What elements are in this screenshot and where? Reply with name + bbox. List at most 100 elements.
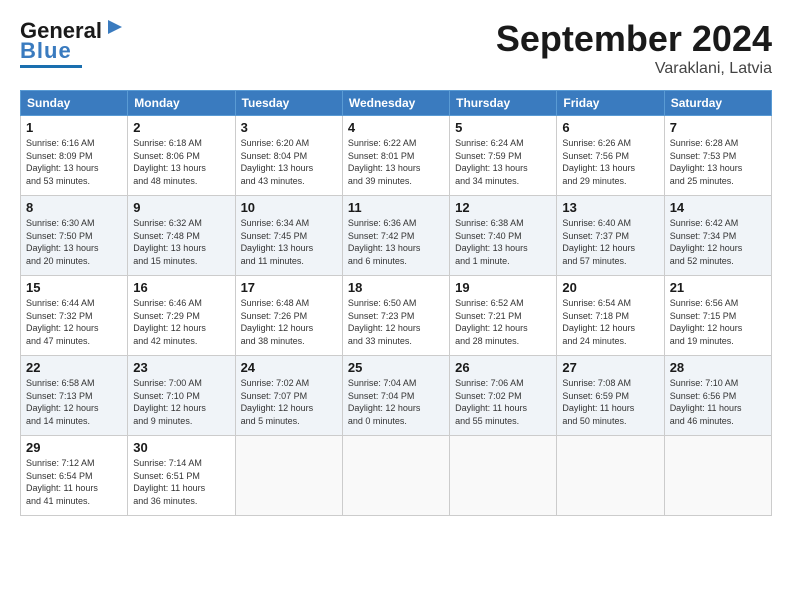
table-row: 24 Sunrise: 7:02 AM Sunset: 7:07 PM Dayli… <box>235 356 342 436</box>
day-number: 16 <box>133 280 229 295</box>
calendar-week-row: 8 Sunrise: 6:30 AM Sunset: 7:50 PM Daylig… <box>21 196 772 276</box>
table-row: 12Sunrise: 6:38 AM Sunset: 7:40 PM Dayli… <box>450 196 557 276</box>
day-info: Sunrise: 6:20 AM Sunset: 8:04 PM Dayligh… <box>241 137 337 187</box>
day-number: 22 <box>26 360 122 375</box>
table-row: 23 Sunrise: 7:00 AM Sunset: 7:10 PM Dayli… <box>128 356 235 436</box>
day-number: 10 <box>241 200 337 215</box>
calendar-title: September 2024 <box>496 18 772 60</box>
day-info: Sunrise: 6:46 AM Sunset: 7:29 PM Dayligh… <box>133 297 229 347</box>
col-friday: Friday <box>557 91 664 116</box>
table-row <box>235 436 342 516</box>
day-number: 28 <box>670 360 766 375</box>
logo-arrow-icon <box>104 16 126 38</box>
table-row: 29 Sunrise: 7:12 AM Sunset: 6:54 PM Dayli… <box>21 436 128 516</box>
day-number: 2 <box>133 120 229 135</box>
day-info: Sunrise: 6:24 AM Sunset: 7:59 PM Dayligh… <box>455 137 551 187</box>
main-container: General Blue September 2024 Varaklani, L… <box>0 0 792 526</box>
day-info: Sunrise: 6:26 AM Sunset: 7:56 PM Dayligh… <box>562 137 658 187</box>
day-info: Sunrise: 7:06 AM Sunset: 7:02 PM Dayligh… <box>455 377 551 427</box>
day-number: 3 <box>241 120 337 135</box>
calendar-subtitle: Varaklani, Latvia <box>496 60 772 78</box>
day-number: 30 <box>133 440 229 455</box>
day-info: Sunrise: 6:36 AM Sunset: 7:42 PM Dayligh… <box>348 217 444 267</box>
day-info: Sunrise: 6:54 AM Sunset: 7:18 PM Dayligh… <box>562 297 658 347</box>
day-number: 19 <box>455 280 551 295</box>
day-number: 9 <box>133 200 229 215</box>
table-row: 1Sunrise: 6:16 AM Sunset: 8:09 PM Daylig… <box>21 116 128 196</box>
day-number: 12 <box>455 200 551 215</box>
day-number: 7 <box>670 120 766 135</box>
day-info: Sunrise: 6:18 AM Sunset: 8:06 PM Dayligh… <box>133 137 229 187</box>
day-number: 4 <box>348 120 444 135</box>
calendar-week-row: 29 Sunrise: 7:12 AM Sunset: 6:54 PM Dayli… <box>21 436 772 516</box>
calendar-week-row: 1Sunrise: 6:16 AM Sunset: 8:09 PM Daylig… <box>21 116 772 196</box>
calendar-header-row: Sunday Monday Tuesday Wednesday Thursday… <box>21 91 772 116</box>
day-info: Sunrise: 7:08 AM Sunset: 6:59 PM Dayligh… <box>562 377 658 427</box>
table-row: 3 Sunrise: 6:20 AM Sunset: 8:04 PM Daylig… <box>235 116 342 196</box>
table-row: 8 Sunrise: 6:30 AM Sunset: 7:50 PM Daylig… <box>21 196 128 276</box>
table-row: 7 Sunrise: 6:28 AM Sunset: 7:53 PM Daylig… <box>664 116 771 196</box>
day-info: Sunrise: 6:28 AM Sunset: 7:53 PM Dayligh… <box>670 137 766 187</box>
day-info: Sunrise: 6:34 AM Sunset: 7:45 PM Dayligh… <box>241 217 337 267</box>
table-row: 22 Sunrise: 6:58 AM Sunset: 7:13 PM Dayli… <box>21 356 128 436</box>
col-tuesday: Tuesday <box>235 91 342 116</box>
day-info: Sunrise: 6:56 AM Sunset: 7:15 PM Dayligh… <box>670 297 766 347</box>
table-row <box>664 436 771 516</box>
table-row: 30 Sunrise: 7:14 AM Sunset: 6:51 PM Dayli… <box>128 436 235 516</box>
day-number: 24 <box>241 360 337 375</box>
day-info: Sunrise: 6:48 AM Sunset: 7:26 PM Dayligh… <box>241 297 337 347</box>
day-number: 6 <box>562 120 658 135</box>
table-row <box>557 436 664 516</box>
table-row: 13 Sunrise: 6:40 AM Sunset: 7:37 PM Dayli… <box>557 196 664 276</box>
day-info: Sunrise: 7:00 AM Sunset: 7:10 PM Dayligh… <box>133 377 229 427</box>
table-row: 28Sunrise: 7:10 AM Sunset: 6:56 PM Dayli… <box>664 356 771 436</box>
day-number: 1 <box>26 120 122 135</box>
day-info: Sunrise: 6:58 AM Sunset: 7:13 PM Dayligh… <box>26 377 122 427</box>
table-row: 18Sunrise: 6:50 AM Sunset: 7:23 PM Dayli… <box>342 276 449 356</box>
day-number: 23 <box>133 360 229 375</box>
day-info: Sunrise: 6:42 AM Sunset: 7:34 PM Dayligh… <box>670 217 766 267</box>
calendar-week-row: 15 Sunrise: 6:44 AM Sunset: 7:32 PM Dayli… <box>21 276 772 356</box>
day-info: Sunrise: 6:50 AM Sunset: 7:23 PM Dayligh… <box>348 297 444 347</box>
day-number: 5 <box>455 120 551 135</box>
table-row: 21 Sunrise: 6:56 AM Sunset: 7:15 PM Dayli… <box>664 276 771 356</box>
day-number: 29 <box>26 440 122 455</box>
day-number: 20 <box>562 280 658 295</box>
table-row: 4 Sunrise: 6:22 AM Sunset: 8:01 PM Daylig… <box>342 116 449 196</box>
col-wednesday: Wednesday <box>342 91 449 116</box>
day-info: Sunrise: 7:14 AM Sunset: 6:51 PM Dayligh… <box>133 457 229 507</box>
table-row: 2 Sunrise: 6:18 AM Sunset: 8:06 PM Daylig… <box>128 116 235 196</box>
day-info: Sunrise: 6:40 AM Sunset: 7:37 PM Dayligh… <box>562 217 658 267</box>
logo-blue: Blue <box>20 38 72 64</box>
day-number: 15 <box>26 280 122 295</box>
day-number: 17 <box>241 280 337 295</box>
table-row <box>342 436 449 516</box>
table-row: 15 Sunrise: 6:44 AM Sunset: 7:32 PM Dayli… <box>21 276 128 356</box>
day-info: Sunrise: 6:30 AM Sunset: 7:50 PM Dayligh… <box>26 217 122 267</box>
day-number: 13 <box>562 200 658 215</box>
table-row: 14 Sunrise: 6:42 AM Sunset: 7:34 PM Dayli… <box>664 196 771 276</box>
calendar-week-row: 22 Sunrise: 6:58 AM Sunset: 7:13 PM Dayli… <box>21 356 772 436</box>
table-row: 10 Sunrise: 6:34 AM Sunset: 7:45 PM Dayli… <box>235 196 342 276</box>
day-info: Sunrise: 7:12 AM Sunset: 6:54 PM Dayligh… <box>26 457 122 507</box>
day-info: Sunrise: 6:44 AM Sunset: 7:32 PM Dayligh… <box>26 297 122 347</box>
day-info: Sunrise: 6:32 AM Sunset: 7:48 PM Dayligh… <box>133 217 229 267</box>
day-info: Sunrise: 6:22 AM Sunset: 8:01 PM Dayligh… <box>348 137 444 187</box>
day-number: 14 <box>670 200 766 215</box>
day-info: Sunrise: 6:52 AM Sunset: 7:21 PM Dayligh… <box>455 297 551 347</box>
table-row: 20 Sunrise: 6:54 AM Sunset: 7:18 PM Dayli… <box>557 276 664 356</box>
day-info: Sunrise: 7:02 AM Sunset: 7:07 PM Dayligh… <box>241 377 337 427</box>
header: General Blue September 2024 Varaklani, L… <box>20 18 772 78</box>
day-number: 27 <box>562 360 658 375</box>
day-number: 21 <box>670 280 766 295</box>
day-number: 8 <box>26 200 122 215</box>
table-row: 19 Sunrise: 6:52 AM Sunset: 7:21 PM Dayli… <box>450 276 557 356</box>
table-row: 17 Sunrise: 6:48 AM Sunset: 7:26 PM Dayli… <box>235 276 342 356</box>
table-row: 16 Sunrise: 6:46 AM Sunset: 7:29 PM Dayli… <box>128 276 235 356</box>
col-thursday: Thursday <box>450 91 557 116</box>
table-row: 26Sunrise: 7:06 AM Sunset: 7:02 PM Dayli… <box>450 356 557 436</box>
col-monday: Monday <box>128 91 235 116</box>
day-number: 25 <box>348 360 444 375</box>
day-info: Sunrise: 7:04 AM Sunset: 7:04 PM Dayligh… <box>348 377 444 427</box>
calendar-body: 1Sunrise: 6:16 AM Sunset: 8:09 PM Daylig… <box>21 116 772 516</box>
